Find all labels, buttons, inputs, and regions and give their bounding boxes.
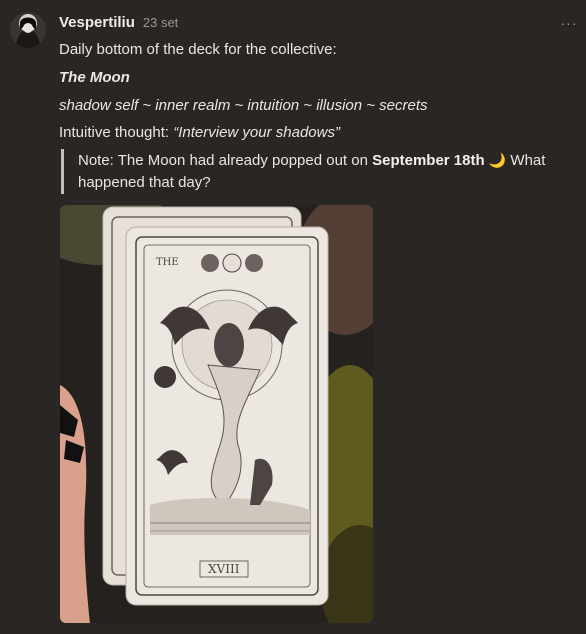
thought-quote: “Interview your shadows” (173, 124, 340, 141)
note-date: September 18th (372, 152, 485, 169)
post-image[interactable]: THE XVIII (60, 205, 373, 623)
avatar-image (10, 12, 46, 48)
post-avatar[interactable] (10, 12, 46, 48)
card-numeral-text: XVIII (208, 562, 240, 576)
intro-line: Daily bottom of the deck for the collect… (59, 41, 337, 58)
moon-tarot-card: THE XVIII (125, 226, 329, 606)
note-prefix: Note: The Moon had already popped out on (78, 152, 373, 169)
author-name[interactable]: Vespertiliu (59, 14, 135, 31)
post-date[interactable]: 23 set (143, 15, 178, 30)
card-title-text: THE (156, 257, 179, 268)
more-options-icon[interactable]: ··· (560, 14, 578, 32)
keywords-line: shadow self ~ inner realm ~ intuition ~ … (59, 97, 428, 114)
card-name: The Moon (59, 69, 130, 86)
post-header: Vespertiliu 23 set (59, 14, 178, 36)
thought-prefix: Intuitive thought: (59, 124, 174, 141)
thought-line: Intuitive thought: “Interview your shado… (59, 123, 340, 143)
note-blockquote: Note: The Moon had already popped out on… (61, 149, 583, 194)
moon-emoji-icon: 🌙 (488, 152, 507, 168)
